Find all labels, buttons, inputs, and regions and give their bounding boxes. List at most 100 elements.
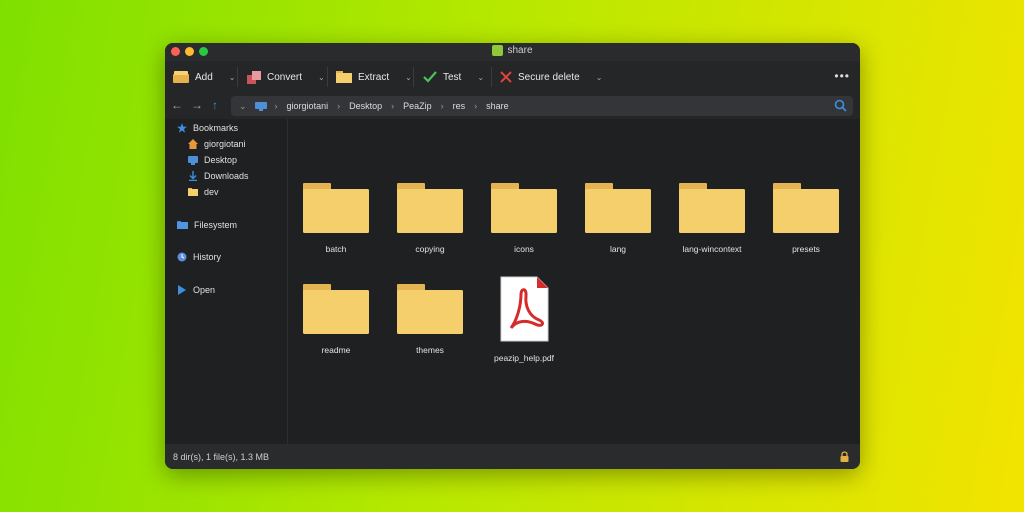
computer-icon: [254, 101, 267, 111]
convert-button-label: Convert: [267, 71, 303, 83]
folder-item[interactable]: lang-wincontext: [667, 183, 757, 254]
sidebar-item-label: Filesystem: [194, 220, 238, 230]
breadcrumb-item[interactable]: PeaZip: [403, 101, 432, 111]
breadcrumb-item[interactable]: res: [453, 101, 466, 111]
history-icon: [177, 252, 187, 262]
breadcrumb-separator-icon: ›: [440, 101, 444, 111]
window-title: share: [165, 45, 860, 56]
file-name: icons: [514, 244, 534, 254]
search-icon[interactable]: [834, 99, 847, 112]
folder-item[interactable]: readme: [291, 284, 381, 355]
file-manager-window: share Add ⌄ Convert ⌄ Extract ⌄ Test ⌄ S…: [165, 43, 860, 469]
pdf-file-icon: [500, 276, 549, 342]
file-name: copying: [415, 244, 445, 254]
sidebar-item-label: dev: [204, 187, 219, 197]
folder-item[interactable]: presets: [761, 183, 851, 254]
add-button[interactable]: Add ⌄: [173, 68, 236, 86]
folder-item[interactable]: batch: [291, 183, 381, 254]
up-arrow-icon[interactable]: ↑: [212, 98, 218, 112]
lock-icon[interactable]: [840, 451, 849, 462]
folder-icon: [397, 183, 463, 233]
convert-button[interactable]: Convert ⌄: [247, 68, 325, 86]
sidebar-item-label: Open: [193, 285, 216, 295]
pdf-file-item[interactable]: peazip_help.pdf: [479, 276, 569, 363]
file-name: lang-wincontext: [682, 244, 742, 254]
file-grid: batch copying icons lang lang-wincontext: [288, 119, 860, 444]
folder-icon: [303, 183, 369, 233]
peazip-app-icon: [492, 45, 504, 56]
desktop-icon: [188, 155, 198, 165]
test-button-label: Test: [443, 71, 462, 83]
extract-button[interactable]: Extract ⌄: [336, 68, 412, 86]
file-name: peazip_help.pdf: [493, 353, 555, 363]
delete-x-icon: [500, 71, 512, 83]
breadcrumb-item[interactable]: Desktop: [349, 101, 382, 111]
toolbar: Add ⌄ Convert ⌄ Extract ⌄ Test ⌄ Secure …: [165, 61, 860, 93]
sidebar-item-label: History: [193, 252, 222, 262]
file-name: themes: [416, 345, 444, 355]
folder-icon: [773, 183, 839, 233]
test-button[interactable]: Test ⌄: [423, 68, 484, 86]
file-name: batch: [325, 244, 347, 254]
drive-folder-icon: [177, 221, 188, 229]
folder-icon: [585, 183, 651, 233]
chevron-down-icon[interactable]: ⌄: [405, 73, 412, 82]
folder-item[interactable]: copying: [385, 183, 475, 254]
sidebar: Bookmarks giorgiotani Desktop Downloads …: [165, 119, 288, 444]
sidebar-item-label: Desktop: [204, 155, 238, 165]
sidebar-item-label: Bookmarks: [193, 123, 239, 133]
secure-delete-button-label: Secure delete: [518, 71, 580, 83]
sidebar-item-bookmarks[interactable]: Bookmarks: [177, 123, 238, 133]
star-icon: [177, 123, 187, 133]
breadcrumb-item[interactable]: giorgiotani: [287, 101, 329, 111]
status-summary: 8 dir(s), 1 file(s), 1.3 MB: [173, 452, 270, 462]
sidebar-item-open[interactable]: Open: [177, 285, 215, 295]
chevron-down-icon[interactable]: ⌄: [229, 73, 236, 82]
sidebar-item-home[interactable]: giorgiotani: [188, 139, 246, 149]
folder-icon: [397, 284, 463, 334]
file-name: presets: [792, 244, 820, 254]
folder-item[interactable]: lang: [573, 183, 663, 254]
extract-folder-icon: [336, 71, 352, 83]
window-title-text: share: [507, 45, 533, 56]
breadcrumb-separator-icon: ›: [274, 101, 278, 111]
chevron-down-icon[interactable]: ⌄: [477, 73, 484, 82]
add-archive-icon: [173, 71, 189, 83]
sidebar-item-label: giorgiotani: [204, 139, 246, 149]
breadcrumb-separator-icon: ›: [391, 101, 395, 111]
convert-icon: [247, 70, 261, 84]
folder-item[interactable]: icons: [479, 183, 569, 254]
sidebar-item-label: Downloads: [204, 171, 249, 181]
secure-delete-button[interactable]: Secure delete ⌄: [500, 68, 602, 86]
forward-arrow-icon[interactable]: →: [191, 98, 203, 112]
toolbar-divider: [413, 67, 414, 87]
sidebar-item-dev[interactable]: dev: [188, 187, 219, 197]
sidebar-item-filesystem[interactable]: Filesystem: [177, 220, 237, 230]
sidebar-item-history[interactable]: History: [177, 252, 221, 262]
address-bar[interactable]: ⌄ › giorgiotani › Desktop › PeaZip › res…: [231, 96, 853, 116]
file-name: lang: [609, 244, 627, 254]
back-arrow-icon[interactable]: ←: [171, 98, 183, 112]
breadcrumb-item[interactable]: share: [486, 101, 509, 111]
history-dropdown-icon[interactable]: ⌄: [239, 101, 247, 112]
folder-icon: [679, 183, 745, 233]
toolbar-divider: [327, 67, 328, 87]
sidebar-item-downloads[interactable]: Downloads: [188, 171, 249, 181]
more-options-button[interactable]: •••: [834, 69, 850, 83]
navigation-bar: ← → ↑ ⌄ › giorgiotani › Desktop › PeaZip…: [165, 93, 860, 119]
folder-icon: [188, 188, 198, 196]
chevron-down-icon[interactable]: ⌄: [318, 73, 325, 82]
chevron-down-icon[interactable]: ⌄: [596, 73, 603, 82]
download-icon: [189, 171, 197, 181]
toolbar-divider: [491, 67, 492, 87]
folder-item[interactable]: themes: [385, 284, 475, 355]
file-name: readme: [321, 345, 351, 355]
folder-icon: [303, 284, 369, 334]
folder-icon: [491, 183, 557, 233]
sidebar-item-desktop[interactable]: Desktop: [188, 155, 237, 165]
home-icon: [188, 139, 198, 149]
title-bar: share: [165, 43, 860, 61]
toolbar-divider: [237, 67, 238, 87]
breadcrumb-separator-icon: ›: [337, 101, 341, 111]
status-bar: 8 dir(s), 1 file(s), 1.3 MB: [165, 444, 860, 469]
